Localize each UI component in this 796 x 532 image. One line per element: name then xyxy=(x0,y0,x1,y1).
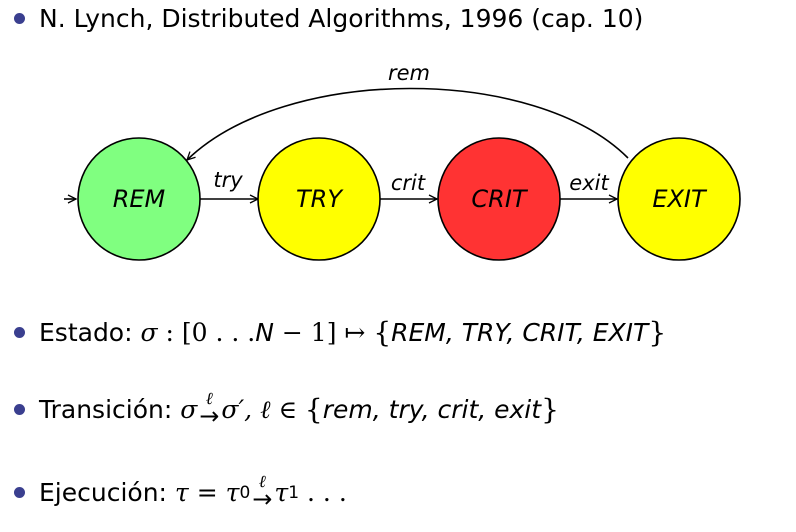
edge-label-exit: exit xyxy=(569,171,609,195)
transicion-arrow: → xyxy=(199,402,220,430)
transicion-ell: ℓ xyxy=(260,394,271,424)
edge-label-try: try xyxy=(213,168,243,192)
estado-domain-minus: − 1] xyxy=(273,318,337,347)
estado-domain-open: [0 . . . xyxy=(181,318,256,347)
state-exit-label: EXIT xyxy=(652,185,708,213)
ejecucion-tau1: τ xyxy=(274,478,289,507)
estado-mapsto: ↦ xyxy=(344,318,366,347)
edge-label-crit: crit xyxy=(391,171,426,195)
ejecucion-tau: τ xyxy=(174,478,189,507)
ejecucion-dots: . . . xyxy=(307,478,347,507)
transicion-labeled-arrow: ℓ → xyxy=(199,391,220,430)
transicion-sigma: σ xyxy=(180,395,198,424)
state-crit-label: CRIT xyxy=(471,185,529,213)
estado-sigma: σ xyxy=(140,318,158,347)
transicion-sigma-prime: σ′, xyxy=(221,395,253,424)
transicion-line: Transición: σ ℓ → σ′, ℓ ∈ { rem, try, cr… xyxy=(14,391,559,428)
estado-set-items: REM, TRY, CRIT, EXIT xyxy=(391,318,649,347)
transicion-label: Transición: xyxy=(39,395,173,424)
ejecucion-sub0: 0 xyxy=(239,482,251,503)
ejecucion-arrow: → xyxy=(252,485,273,513)
ejecucion-tau0: τ xyxy=(225,478,240,507)
ejecucion-line: Ejecución: τ = τ0 ℓ → τ1 . . . xyxy=(14,474,347,511)
bullet-icon xyxy=(14,487,25,498)
transicion-in: ∈ xyxy=(278,395,297,424)
edge-label-rem: rem xyxy=(388,61,430,85)
estado-set-close: } xyxy=(648,316,667,349)
ejecucion-sub1: 1 xyxy=(288,482,300,503)
state-diagram: try crit exit rem REM TRY CRIT EXIT xyxy=(64,61,741,261)
estado-colon: : xyxy=(165,318,174,347)
bullet-icon xyxy=(14,404,25,415)
bullet-icon xyxy=(14,327,25,338)
ejecucion-labeled-arrow: ℓ → xyxy=(252,474,273,513)
transicion-set-close: } xyxy=(541,393,559,426)
estado-line: Estado: σ : [0 . . . N − 1] ↦ { REM, TRY… xyxy=(14,316,666,349)
state-rem-label: REM xyxy=(113,185,166,213)
estado-N: N xyxy=(255,318,274,347)
estado-label: Estado: xyxy=(39,318,133,347)
ejecucion-eq: = xyxy=(196,478,218,507)
edge-exit-rem xyxy=(187,87,629,160)
state-try-label: TRY xyxy=(296,185,344,213)
transicion-set-items: rem, try, crit, exit xyxy=(322,395,542,424)
ejecucion-label: Ejecución: xyxy=(39,478,167,507)
transicion-set-open: { xyxy=(304,393,323,426)
estado-set-open: { xyxy=(373,316,392,349)
